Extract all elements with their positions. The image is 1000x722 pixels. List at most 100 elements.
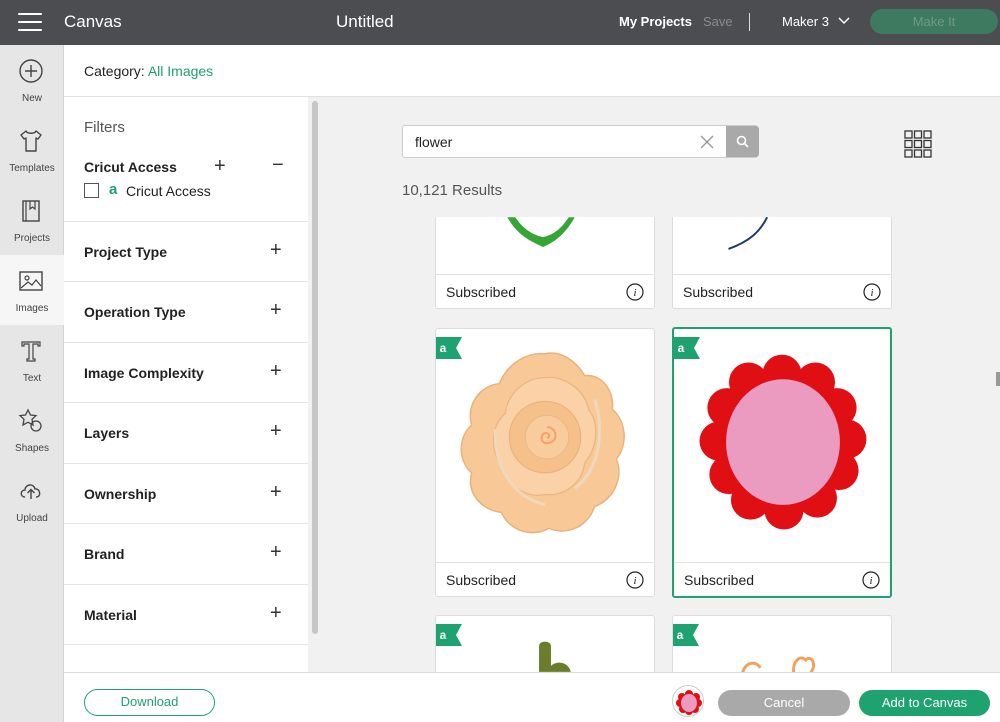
- rail-item-text[interactable]: Text: [0, 325, 64, 395]
- cricut-access-badge-icon: a: [674, 337, 700, 359]
- plus-circle-icon: [19, 59, 43, 83]
- cricut-access-checkbox[interactable]: [84, 183, 99, 198]
- filter-label: Layers: [84, 425, 130, 441]
- cancel-button[interactable]: Cancel: [718, 690, 850, 716]
- filter-ownership[interactable]: Ownership +: [64, 463, 308, 523]
- text-t-icon: [21, 341, 41, 362]
- filter-label: Brand: [84, 546, 125, 562]
- selected-flower-thumbnail-icon: [676, 690, 702, 715]
- book-icon: [22, 200, 40, 222]
- image-card-green-stem[interactable]: a: [435, 615, 655, 672]
- card-status: Subscribed: [683, 284, 754, 300]
- image-card-orange-flower[interactable]: a: [672, 615, 892, 672]
- green-leaf-image: [507, 217, 575, 247]
- info-icon[interactable]: i: [863, 283, 881, 301]
- selected-image-thumbnail[interactable]: [672, 685, 704, 717]
- results-area: 10,121 Results Subscribed i Subscribed i: [320, 97, 1000, 672]
- card-footer: Subscribed i: [673, 274, 891, 308]
- filter-label: Ownership: [84, 486, 157, 502]
- hamburger-menu-icon[interactable]: [18, 13, 42, 31]
- filters-title: Filters: [84, 119, 125, 136]
- machine-selector[interactable]: Maker 3: [782, 14, 829, 29]
- cricut-access-a-icon: a: [109, 181, 118, 198]
- rail-label: Projects: [13, 233, 51, 244]
- svg-text:i: i: [633, 575, 636, 587]
- rail-item-new[interactable]: New: [0, 45, 64, 115]
- collapse-minus-icon[interactable]: −: [272, 154, 284, 177]
- chevron-down-icon[interactable]: [837, 14, 851, 28]
- filter-label: Project Type: [84, 244, 167, 260]
- tshirt-icon: [20, 130, 42, 152]
- results-count: 10,121 Results: [402, 182, 503, 199]
- document-title[interactable]: Untitled: [336, 12, 394, 32]
- svg-text:i: i: [870, 287, 873, 299]
- cricut-access-badge-icon: a: [673, 624, 699, 646]
- info-icon[interactable]: i: [626, 283, 644, 301]
- card-status: Subscribed: [684, 572, 755, 588]
- navy-line-image: [728, 217, 769, 250]
- my-projects-link[interactable]: My Projects: [619, 14, 692, 29]
- filter-operation-type[interactable]: Operation Type +: [64, 281, 308, 341]
- svg-text:a: a: [677, 628, 684, 642]
- image-icon: [19, 271, 43, 291]
- rail-item-shapes[interactable]: Shapes: [0, 395, 64, 465]
- image-card-peach-rose[interactable]: a Subscribed i: [435, 328, 655, 597]
- add-to-canvas-button[interactable]: Add to Canvas: [859, 690, 990, 716]
- filter-material[interactable]: Material +: [64, 584, 308, 644]
- top-bar: Canvas Untitled My Projects Save Maker 3…: [0, 0, 1000, 45]
- peach-rose-image: [460, 352, 625, 534]
- filter-label: Operation Type: [84, 304, 186, 320]
- card-footer: Subscribed i: [674, 562, 890, 596]
- search-input[interactable]: [403, 126, 693, 157]
- cricut-access-filter-title: Cricut Access: [84, 159, 177, 175]
- save-button[interactable]: Save: [703, 14, 733, 29]
- grid-view-icon[interactable]: [904, 130, 932, 158]
- svg-text:a: a: [678, 341, 685, 355]
- bottom-action-bar: Download Cancel Add to Canvas: [64, 672, 1000, 722]
- filter-brand[interactable]: Brand +: [64, 523, 308, 583]
- filter-label: Image Complexity: [84, 365, 204, 381]
- info-icon[interactable]: i: [862, 571, 880, 589]
- category-value-link[interactable]: All Images: [148, 63, 213, 79]
- card-status: Subscribed: [446, 572, 517, 588]
- rail-label: New: [21, 93, 42, 104]
- download-button[interactable]: Download: [84, 689, 215, 716]
- image-card-red-pink-flower[interactable]: a Subscribed i: [672, 327, 892, 598]
- svg-text:i: i: [869, 575, 872, 587]
- rail-item-upload[interactable]: Upload: [0, 465, 64, 535]
- card-footer: Subscribed i: [436, 274, 654, 308]
- filter-layers[interactable]: Layers +: [64, 402, 308, 462]
- cricut-access-checkbox-label: Cricut Access: [126, 183, 211, 199]
- filter-label: Material: [84, 607, 137, 623]
- rail-item-images[interactable]: Images: [0, 255, 64, 325]
- clear-search-icon[interactable]: [699, 134, 715, 150]
- image-card-navy-line[interactable]: Subscribed i: [672, 217, 892, 309]
- scrollbar-thumb[interactable]: [312, 101, 318, 634]
- right-scroll-marker[interactable]: [996, 372, 1000, 386]
- rail-label: Text: [22, 373, 42, 384]
- filter-image-complexity[interactable]: Image Complexity +: [64, 342, 308, 402]
- rail-item-projects[interactable]: Projects: [0, 185, 64, 255]
- plus-icon: +: [270, 420, 282, 442]
- category-label: Category:: [84, 63, 145, 79]
- plus-icon: +: [270, 299, 282, 321]
- green-stem-image: [539, 641, 571, 672]
- expand-plus-icon[interactable]: +: [214, 155, 226, 178]
- topbar-divider: [749, 13, 750, 31]
- filter-project-type[interactable]: Project Type +: [64, 221, 308, 281]
- red-pink-flower-image: [699, 354, 867, 530]
- make-it-button[interactable]: Make It: [870, 9, 998, 34]
- cricut-access-badge-icon: a: [436, 337, 462, 359]
- upload-cloud-icon: [20, 484, 41, 499]
- filters-scrollbar[interactable]: [310, 97, 320, 672]
- app-title: Canvas: [64, 12, 122, 31]
- plus-icon: +: [270, 239, 282, 261]
- svg-text:a: a: [440, 628, 447, 642]
- rail-item-templates[interactable]: Templates: [0, 115, 64, 185]
- search-button[interactable]: [726, 126, 759, 157]
- filter-row-partial[interactable]: [64, 644, 308, 672]
- image-card-green-leaf[interactable]: Subscribed i: [435, 217, 655, 309]
- info-icon[interactable]: i: [626, 571, 644, 589]
- rail-label: Images: [15, 303, 49, 314]
- svg-text:a: a: [440, 341, 447, 355]
